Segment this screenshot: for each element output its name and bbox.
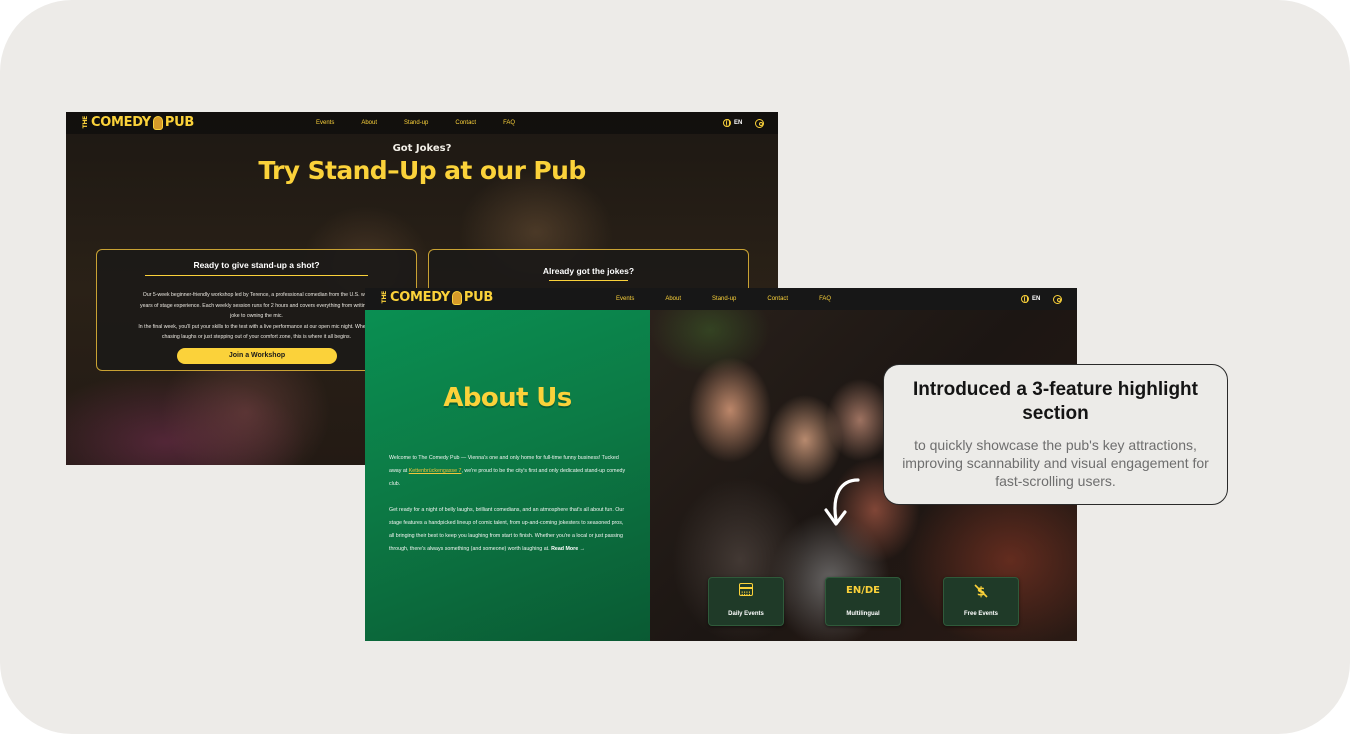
workshop-card-title: Ready to give stand-up a shot?	[193, 260, 320, 270]
nav-faq[interactable]: FAQ	[503, 120, 515, 126]
feature-daily-events[interactable]: Daily Events	[708, 577, 784, 626]
feature-free-events[interactable]: $ Free Events	[943, 577, 1019, 626]
workshop-line: years of stage experience. Each weekly s…	[140, 302, 373, 309]
about-paragraph-2: Get ready for a night of belly laughs, b…	[389, 504, 629, 556]
about-text-part: Get ready for a night of belly laughs, b…	[389, 507, 625, 552]
divider	[145, 275, 368, 276]
logo-text: COMEDY	[91, 115, 151, 130]
nav-about[interactable]: About	[665, 296, 681, 302]
microphone-icon	[451, 290, 462, 305]
language-en-de-icon: EN/DE	[846, 585, 880, 596]
logo-text: COMEDY	[390, 290, 450, 305]
top-nav: THE COMEDY PUB Events About Stand-up Con…	[66, 112, 778, 134]
language-label: EN	[1032, 296, 1041, 302]
presentation-canvas: THE COMEDY PUB Events About Stand-up Con…	[0, 0, 1350, 734]
logo-text-pub: PUB	[463, 290, 493, 305]
workshop-card-body: Our 5-week beginner-friendly workshop le…	[105, 290, 408, 343]
microphone-icon	[152, 115, 163, 130]
language-label: EN	[734, 120, 743, 126]
address-link[interactable]: Kettenbrückengasse 7	[409, 468, 462, 474]
feature-multilingual[interactable]: EN/DE Multilingual	[825, 577, 901, 626]
nav-events[interactable]: Events	[616, 296, 634, 302]
divider	[549, 280, 628, 281]
curved-arrow-icon	[824, 478, 860, 526]
workshop-line: In the final week, you'll put your skill…	[138, 323, 375, 330]
workshop-line: joke to owning the mic.	[230, 313, 283, 319]
comedy-pub-logo[interactable]: THE COMEDY PUB	[82, 115, 194, 130]
callout-text: to quickly showcase the pub's key attrac…	[902, 437, 1209, 489]
hero-title: Try Stand–Up at our Pub	[258, 156, 586, 185]
calendar-icon	[739, 583, 753, 602]
workshop-line: chasing laughs or just stepping out of y…	[161, 334, 352, 340]
workshop-line: Our 5-week beginner-friendly workshop le…	[142, 292, 371, 298]
nav-about[interactable]: About	[361, 120, 377, 126]
language-switch[interactable]: EN	[1021, 295, 1040, 303]
about-text: Welcome to The Comedy Pub — Vienna's one…	[389, 452, 629, 569]
no-money-icon: $	[973, 583, 989, 603]
nav-standup[interactable]: Stand-up	[404, 120, 428, 126]
hero-subtitle: Got Jokes?	[392, 143, 452, 154]
globe-icon	[1021, 295, 1029, 303]
nav-links: Events About Stand-up Contact FAQ	[316, 120, 542, 126]
globe-icon	[723, 119, 731, 127]
jokes-card-title: Already got the jokes?	[542, 266, 635, 276]
logo-the: THE	[82, 116, 89, 129]
feature-label: Free Events	[963, 611, 999, 617]
nav-contact[interactable]: Contact	[767, 296, 788, 302]
callout-title: Introduced a 3-feature highlight section	[912, 379, 1198, 424]
user-icon[interactable]	[755, 119, 764, 128]
join-workshop-button[interactable]: Join a Workshop	[177, 348, 337, 364]
logo-text-pub: PUB	[164, 115, 194, 130]
comedy-pub-logo[interactable]: THE COMEDY PUB	[381, 290, 493, 305]
top-nav: THE COMEDY PUB Events About Stand-up Con…	[365, 288, 1077, 310]
user-icon[interactable]	[1053, 295, 1062, 304]
feature-label: Daily Events	[728, 611, 764, 617]
about-title: About Us	[443, 383, 572, 413]
nav-contact[interactable]: Contact	[455, 120, 476, 126]
feature-label: Multilingual	[846, 611, 880, 617]
nav-standup[interactable]: Stand-up	[712, 296, 736, 302]
nav-events[interactable]: Events	[316, 120, 334, 126]
nav-links: Events About Stand-up Contact FAQ	[616, 296, 862, 302]
language-switch[interactable]: EN	[723, 119, 742, 127]
logo-the: THE	[381, 291, 388, 304]
about-paragraph-1: Welcome to The Comedy Pub — Vienna's one…	[389, 452, 629, 491]
read-more-link[interactable]: Read More →	[551, 546, 585, 552]
annotation-callout: Introduced a 3-feature highlight section…	[883, 364, 1228, 505]
nav-faq[interactable]: FAQ	[819, 296, 831, 302]
